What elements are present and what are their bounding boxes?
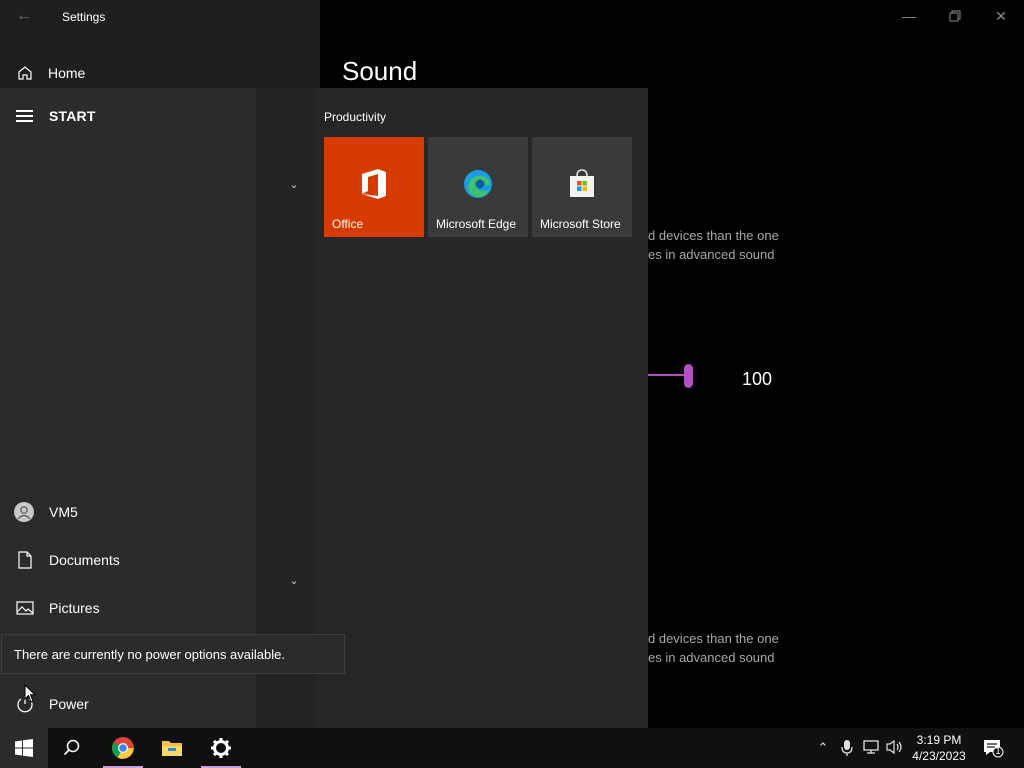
bg-line: es in advanced sound	[648, 650, 775, 665]
background-description-1: d devices than the one es in advanced so…	[648, 226, 779, 264]
volume-slider-thumb[interactable]	[684, 364, 693, 388]
volume-slider-track[interactable]	[648, 374, 688, 376]
power-tooltip-text: There are currently no power options ava…	[14, 647, 285, 662]
nav-home[interactable]: Home	[0, 58, 320, 88]
chevron-up-icon[interactable]: ⌃	[814, 739, 832, 757]
windows-start-icon	[15, 739, 33, 757]
nav-home-label: Home	[48, 65, 86, 81]
window-title: Settings	[62, 10, 106, 24]
taskbar-file-explorer[interactable]	[150, 728, 194, 768]
start-header[interactable]: START	[0, 102, 256, 130]
rail-documents-label: Documents	[49, 552, 120, 568]
clock-date: 4/23/2023	[912, 749, 966, 763]
taskbar-clock[interactable]: 3:19 PM 4/23/2023	[906, 732, 972, 764]
tile-office[interactable]: Office	[324, 137, 424, 237]
hamburger-menu-icon[interactable]	[16, 110, 33, 122]
background-description-2: d devices than the one es in advanced so…	[648, 629, 779, 667]
back-arrow-icon[interactable]: ←	[12, 6, 36, 26]
start-button[interactable]	[0, 728, 48, 768]
minimize-icon[interactable]: —	[894, 4, 924, 28]
taskbar-chrome[interactable]	[101, 728, 145, 768]
close-icon[interactable]: ✕	[986, 4, 1016, 28]
office-icon	[362, 169, 386, 199]
rail-pictures[interactable]: Pictures	[0, 590, 256, 626]
chevron-down-icon[interactable]: ⌄	[288, 178, 300, 191]
bg-line: d devices than the one	[648, 228, 779, 243]
rail-user-label: VM5	[49, 504, 78, 520]
clock-time: 3:19 PM	[916, 733, 962, 747]
volume-icon[interactable]	[886, 739, 904, 757]
rail-power[interactable]: Power	[0, 686, 256, 722]
restore-icon[interactable]	[940, 4, 970, 28]
mouse-cursor-icon	[24, 684, 37, 703]
rail-user[interactable]: VM5	[0, 494, 256, 530]
app-list: ⌄ ⌄	[256, 88, 316, 728]
home-icon	[18, 66, 32, 80]
tile-microsoft-store[interactable]: Microsoft Store	[532, 137, 632, 237]
bg-line: d devices than the one	[648, 631, 779, 646]
bg-line: es in advanced sound	[648, 247, 775, 262]
chrome-icon	[112, 737, 134, 759]
file-explorer-icon	[162, 741, 182, 756]
volume-value: 100	[742, 369, 773, 389]
microphone-icon[interactable]	[838, 739, 856, 757]
page-title: Sound	[342, 56, 418, 86]
rail-power-label: Power	[49, 696, 89, 712]
power-tooltip: There are currently no power options ava…	[1, 634, 345, 674]
chevron-down-icon[interactable]: ⌄	[288, 574, 300, 587]
network-icon[interactable]	[862, 739, 880, 757]
settings-gear-icon	[211, 738, 231, 758]
tile-office-label: Office	[332, 217, 364, 231]
tile-microsoft-edge[interactable]: Microsoft Edge	[428, 137, 528, 237]
pictures-icon	[16, 601, 34, 615]
tile-store-label: Microsoft Store	[540, 217, 621, 231]
taskbar-settings[interactable]	[199, 728, 243, 768]
tile-group-label: Productivity	[324, 110, 387, 124]
start-rail: START VM5 Documents Pictures Power	[0, 88, 256, 728]
edge-icon	[464, 170, 492, 198]
rail-pictures-label: Pictures	[49, 600, 100, 616]
notification-count: 1	[995, 746, 1001, 756]
document-icon	[18, 551, 32, 569]
start-title: START	[49, 108, 96, 124]
store-icon	[570, 169, 594, 197]
taskbar-search-button[interactable]	[50, 728, 94, 768]
action-center-button[interactable]: 1	[982, 738, 1004, 758]
start-menu: START VM5 Documents Pictures Power ⌄ ⌄ P…	[0, 88, 648, 728]
taskbar: ⌃ 3:19 PM 4/23/2023 1	[0, 728, 1024, 768]
user-avatar-icon	[14, 502, 36, 522]
rail-documents[interactable]: Documents	[0, 542, 256, 578]
tile-edge-label: Microsoft Edge	[436, 217, 517, 231]
search-icon	[63, 739, 80, 756]
